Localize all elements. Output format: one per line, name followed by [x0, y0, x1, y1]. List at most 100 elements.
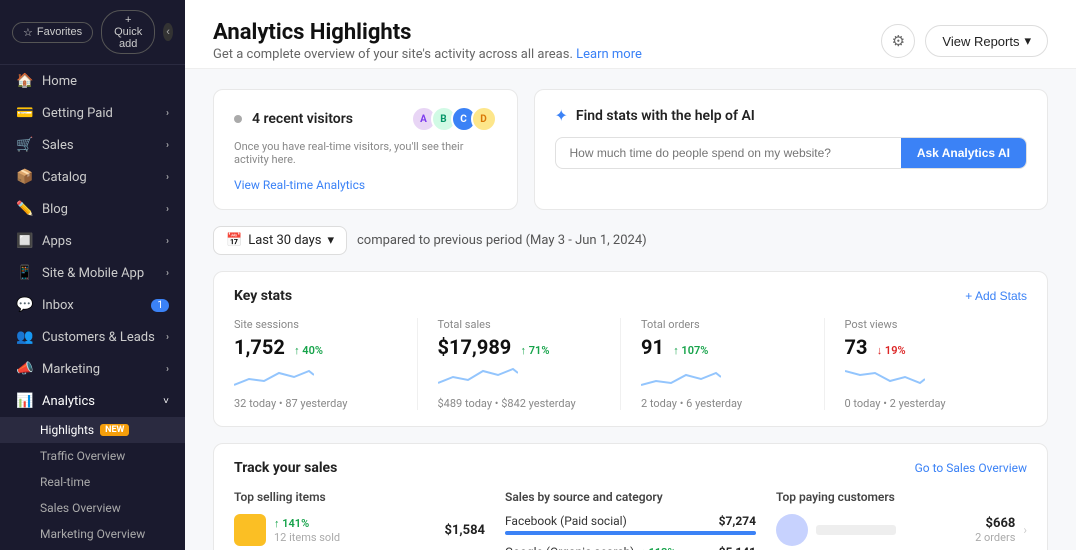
visitors-title: 4 recent visitors: [252, 111, 353, 127]
sidebar-item-inbox[interactable]: 💬 Inbox 1: [0, 289, 185, 321]
sidebar-item-label: Customers & Leads: [42, 330, 155, 345]
sparkline-chart: [234, 365, 314, 389]
date-filter-row: 📅 Last 30 days ▾ compared to previous pe…: [213, 226, 1048, 255]
stat-total-sales: Total sales $17,989 ↑ 71% $489 today • $…: [438, 318, 622, 410]
stat-value: 1,752: [234, 335, 285, 359]
sidebar-item-apps[interactable]: 🔲 Apps ›: [0, 225, 185, 257]
sidebar-sub-realtime[interactable]: Real-time: [0, 469, 185, 495]
stat-total-orders: Total orders 91 ↑ 107% 2 today • 6 yeste…: [641, 318, 825, 410]
learn-more-link[interactable]: Learn more: [576, 47, 642, 62]
sidebar-item-analytics[interactable]: 📊 Analytics ˅: [0, 385, 185, 417]
avatar: D: [471, 106, 497, 132]
sidebar-item-getting-paid[interactable]: 💳 Getting Paid ›: [0, 97, 185, 129]
chevron-icon: ›: [166, 364, 169, 375]
customer-price: $668: [986, 516, 1016, 531]
sidebar-item-label: Blog: [42, 202, 68, 217]
ask-ai-label: Ask Analytics AI: [917, 146, 1010, 160]
stat-change: ↑ 40%: [294, 344, 323, 357]
stats-row: Site sessions 1,752 ↑ 40% 32 today • 87 …: [234, 318, 1027, 410]
stat-value-row: 1,752 ↑ 40%: [234, 335, 397, 359]
settings-button[interactable]: ⚙: [881, 24, 915, 58]
add-stats-label: + Add Stats: [965, 289, 1027, 303]
inbox-badge: 1: [151, 299, 169, 312]
sub-item-label: Highlights: [40, 423, 94, 437]
stat-label: Total sales: [438, 318, 601, 331]
stat-change: ↑ 71%: [521, 344, 550, 357]
view-realtime-link[interactable]: View Real-time Analytics: [234, 178, 365, 192]
ai-header: ✦ Find stats with the help of AI: [555, 106, 1028, 125]
inbox-icon: 💬: [16, 297, 32, 313]
sidebar-item-marketing[interactable]: 📣 Marketing ›: [0, 353, 185, 385]
sidebar-item-site-mobile[interactable]: 📱 Site & Mobile App ›: [0, 257, 185, 289]
source-value: $7,274: [719, 514, 756, 528]
stat-post-views: Post views 73 ↓ 19% 0 today • 2 yesterda…: [845, 318, 1028, 410]
ai-search-input[interactable]: [556, 138, 901, 168]
stat-label: Site sessions: [234, 318, 397, 331]
product-thumbnail: [234, 514, 266, 546]
sidebar-sub-sales[interactable]: Sales Overview: [0, 495, 185, 521]
subtitle-text: Get a complete overview of your site's a…: [213, 47, 573, 62]
source-pct: ↑ 113%: [640, 546, 675, 550]
sidebar-item-label: Analytics: [42, 394, 95, 409]
key-stats-card: Key stats + Add Stats Site sessions 1,75…: [213, 271, 1048, 427]
sidebar-sub-traffic[interactable]: Traffic Overview: [0, 443, 185, 469]
stat-value-row: 91 ↑ 107%: [641, 335, 804, 359]
item-price: $1,584: [445, 523, 486, 538]
top-cards-row: 4 recent visitors A B C D Once you have …: [213, 89, 1048, 210]
sidebar-item-catalog[interactable]: 📦 Catalog ›: [0, 161, 185, 193]
sidebar-item-label: Marketing: [42, 362, 100, 377]
customer-info: [816, 525, 967, 535]
sales-by-source-col: Sales by source and category Facebook (P…: [505, 490, 756, 550]
chevron-icon: ›: [166, 268, 169, 279]
chevron-down-icon: ˅: [163, 396, 169, 407]
track-sales-card: Track your sales Go to Sales Overview To…: [213, 443, 1048, 550]
cart-icon: 🛒: [16, 137, 32, 153]
blog-icon: ✏️: [16, 201, 32, 217]
change-value: ↑ 141%: [274, 517, 309, 530]
favorites-button[interactable]: ☆ Favorites: [12, 22, 93, 43]
compare-period-text: compared to previous period (May 3 - Jun…: [357, 233, 647, 248]
sparkline-chart: [845, 365, 925, 389]
stat-value: 91: [641, 335, 664, 359]
stat-value: $17,989: [438, 335, 512, 359]
track-columns: Top selling items ↑ 141% 12 items sold $…: [234, 490, 1027, 550]
chevron-icon: ›: [166, 332, 169, 343]
ai-card: ✦ Find stats with the help of AI Ask Ana…: [534, 89, 1049, 210]
top-selling-title: Top selling items: [234, 490, 485, 504]
sub-item-label: Sales Overview: [40, 501, 121, 515]
sidebar-item-customers-leads[interactable]: 👥 Customers & Leads ›: [0, 321, 185, 353]
key-stats-title: Key stats: [234, 288, 292, 304]
sidebar-sub-highlights[interactable]: Highlights NEW: [0, 417, 185, 443]
ai-sparkle-icon: ✦: [555, 106, 568, 125]
go-to-sales-link[interactable]: Go to Sales Overview: [915, 461, 1027, 475]
sidebar-collapse-button[interactable]: ‹: [163, 23, 173, 41]
header-actions: ⚙ View Reports ▾: [881, 24, 1048, 58]
top-customers-title: Top paying customers: [776, 490, 1027, 504]
quick-add-button[interactable]: + Quick add: [101, 10, 155, 54]
stat-value-row: $17,989 ↑ 71%: [438, 335, 601, 359]
sidebar-item-sales[interactable]: 🛒 Sales ›: [0, 129, 185, 161]
customer-orders: 2 orders: [975, 531, 1015, 544]
stat-value: 73: [845, 335, 868, 359]
chevron-icon: ›: [166, 108, 169, 119]
date-range-selector[interactable]: 📅 Last 30 days ▾: [213, 226, 347, 255]
ask-ai-button[interactable]: Ask Analytics AI: [901, 138, 1026, 168]
chevron-icon: ›: [166, 140, 169, 151]
sidebar-item-home[interactable]: 🏠 Home: [0, 65, 185, 97]
source-bar: [505, 531, 756, 535]
sidebar-item-label: Apps: [42, 234, 72, 249]
sidebar-item-blog[interactable]: ✏️ Blog ›: [0, 193, 185, 225]
source-row: Facebook (Paid social) $7,274: [505, 514, 756, 528]
apps-icon: 🔲: [16, 233, 32, 249]
marketing-icon: 📣: [16, 361, 32, 377]
chevron-icon: ›: [166, 204, 169, 215]
stat-change: ↓ 19%: [877, 344, 906, 357]
sidebar-sub-marketing[interactable]: Marketing Overview: [0, 521, 185, 547]
add-stats-button[interactable]: + Add Stats: [965, 289, 1027, 303]
favorites-label: Favorites: [37, 26, 82, 38]
track-sales-title: Track your sales: [234, 460, 337, 476]
stat-sub: $489 today • $842 yesterday: [438, 397, 601, 410]
stat-sub: 0 today • 2 yesterday: [845, 397, 1008, 410]
view-reports-button[interactable]: View Reports ▾: [925, 25, 1048, 57]
star-icon: ☆: [23, 26, 33, 39]
